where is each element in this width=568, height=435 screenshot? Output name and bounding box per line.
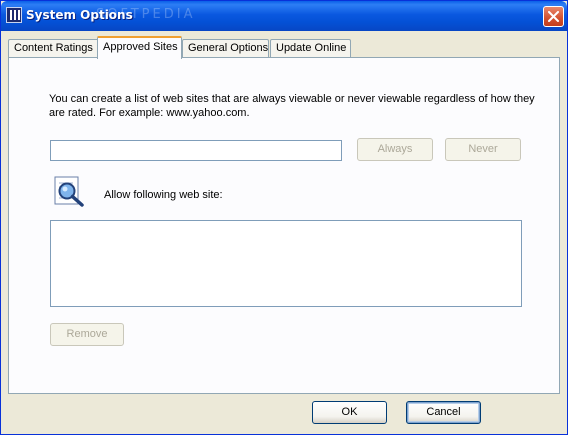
tab-approved-sites[interactable]: Approved Sites xyxy=(97,36,182,59)
description-text: You can create a list of web sites that … xyxy=(49,93,535,119)
title-bar[interactable]: System Options SOFTPEDIA xyxy=(1,1,567,31)
tab-content-ratings[interactable]: Content Ratings xyxy=(8,39,99,58)
allowed-sites-list[interactable] xyxy=(50,220,522,307)
allow-sites-label: Allow following web site: xyxy=(104,189,223,201)
approved-sites-panel: You can create a list of web sites that … xyxy=(8,57,560,394)
magnifier-icon xyxy=(54,176,84,207)
url-input[interactable] xyxy=(50,140,342,161)
tab-general-options[interactable]: General Options xyxy=(182,39,269,58)
watermark: SOFTPEDIA xyxy=(96,7,196,22)
always-button[interactable]: Always xyxy=(357,138,433,161)
ok-button[interactable]: OK xyxy=(312,401,387,424)
app-icon[interactable] xyxy=(6,7,22,23)
remove-button[interactable]: Remove xyxy=(50,323,124,346)
system-options-window: System Options SOFTPEDIA Content Ratings… xyxy=(0,0,568,435)
tab-update-online[interactable]: Update Online xyxy=(270,39,351,58)
close-icon xyxy=(548,11,559,22)
cancel-button[interactable]: Cancel xyxy=(406,401,481,424)
never-button[interactable]: Never xyxy=(445,138,521,161)
close-button[interactable] xyxy=(543,6,564,27)
